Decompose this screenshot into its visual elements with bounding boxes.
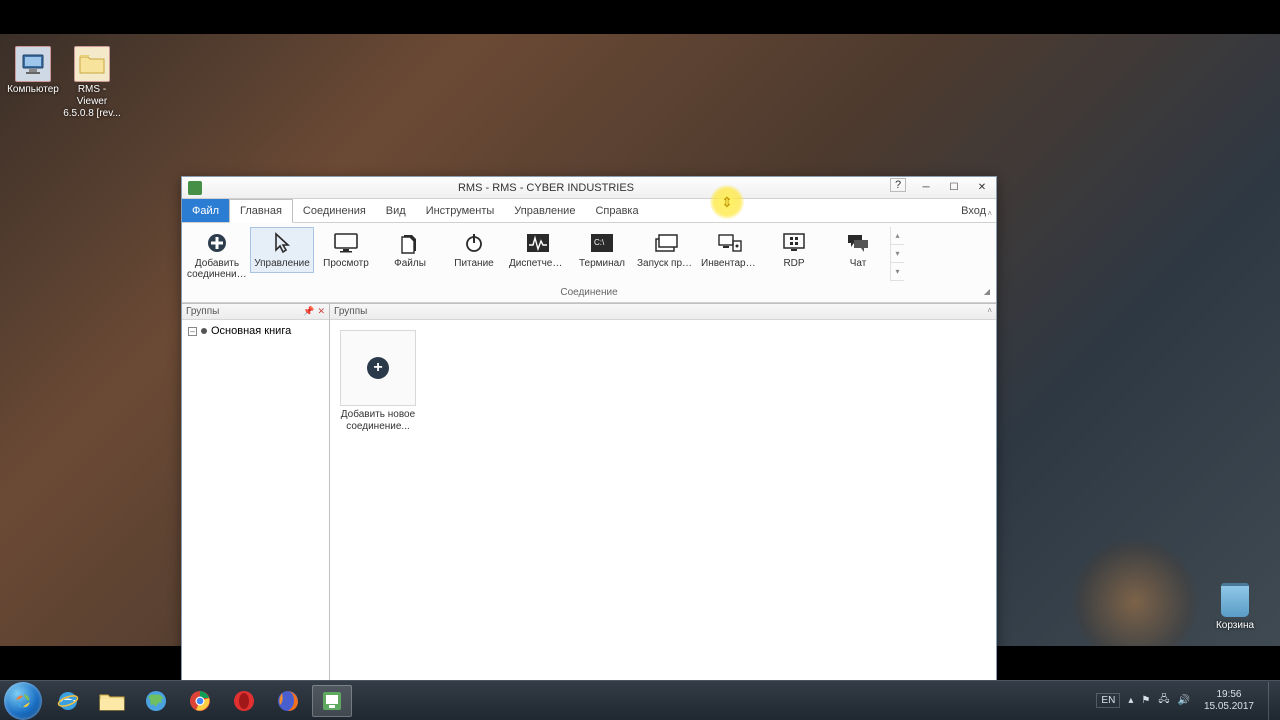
tab-view[interactable]: Вид [376,199,416,222]
wallpaper-decoration [1070,536,1200,646]
window-title: RMS - RMS - CYBER INDUSTRIES [202,182,890,194]
workarea: Группы 📌 ✕ – Основная книга Группы ˄ [182,303,996,680]
tab-connections[interactable]: Соединения [293,199,376,222]
main-header: Группы ˄ [330,304,996,320]
ribbon-group-expand[interactable]: ◢ [984,287,990,296]
tool-taskmgr[interactable]: Диспетчер ... [506,227,570,273]
monitor-icon [332,231,360,255]
taskbar-opera[interactable] [224,685,264,717]
show-desktop-button[interactable] [1268,682,1276,720]
app-icon [188,181,202,195]
run-icon [652,231,680,255]
maximize-button[interactable]: ☐ [940,178,968,198]
tray-show-hidden[interactable]: ▴ [1128,695,1133,706]
chat-icon [844,231,872,255]
tool-inventory[interactable]: Инвентариз... [698,227,762,273]
main-panel: Группы ˄ + Добавить новое соединение... [330,304,996,680]
sidebar-header: Группы 📌 ✕ [182,304,329,320]
taskbar-clock[interactable]: 19:56 15.05.2017 [1198,689,1260,713]
tool-view[interactable]: Просмотр [314,227,378,273]
taskbar-browser-globe[interactable] [136,685,176,717]
groups-tree[interactable]: – Основная книга [182,320,329,680]
close-button[interactable]: ✕ [968,178,996,198]
minimize-button[interactable]: ─ [912,178,940,198]
taskbar-firefox[interactable] [268,685,308,717]
main-collapse[interactable]: ˄ [987,306,992,315]
power-icon [460,231,488,255]
taskbar-ie[interactable] [48,685,88,717]
tab-help[interactable]: Справка [585,199,648,222]
taskbar-rms-app[interactable] [312,685,352,717]
rdp-icon [780,231,808,255]
tree-toggle-icon[interactable]: – [188,327,197,336]
tool-power[interactable]: Питание [442,227,506,273]
sidebar-close-icon[interactable]: ✕ [317,306,325,317]
files-icon [396,231,424,255]
tool-control[interactable]: Управление [250,227,314,273]
tool-terminal[interactable]: C:\ Терминал [570,227,634,273]
tray-flag-icon[interactable]: ⚑ [1141,695,1150,706]
ribbon-scroll-down[interactable]: ▾ [891,245,904,263]
recycle-bin[interactable]: Корзина [1205,583,1265,631]
taskbar-explorer[interactable] [92,685,132,717]
tray-network-icon[interactable]: 🖧 [1158,692,1169,709]
desktop-icon-rms-viewer[interactable]: RMS - Viewer 6.5.0.8 [rev... [62,46,122,120]
plus-icon: + [367,357,389,379]
add-connection-tile[interactable]: + Добавить новое соединение... [340,330,416,432]
ribbon-scroll-more[interactable]: ▾ [891,263,904,281]
cursor-icon [268,231,296,255]
folder-icon [74,46,110,82]
tool-rdp[interactable]: RDP [762,227,826,273]
tool-chat[interactable]: Чат [826,227,890,273]
tool-add-connection[interactable]: Добавить соединение... [184,227,250,284]
tray-volume-icon[interactable]: 🔊 [1177,695,1189,706]
trash-icon [1221,583,1249,617]
start-button[interactable] [4,682,42,720]
menubar: Файл Главная Соединения Вид Инструменты … [182,199,996,223]
add-connection-thumb: + [340,330,416,406]
connections-grid[interactable]: + Добавить новое соединение... [330,320,996,680]
tab-tools[interactable]: Инструменты [416,199,505,222]
tab-manage[interactable]: Управление [504,199,585,222]
help-button[interactable]: ? [890,178,906,192]
inventory-icon [716,231,744,255]
desktop-icon-computer[interactable]: Компьютер [3,46,63,96]
tree-root-item[interactable]: – Основная книга [186,324,325,338]
groups-sidebar: Группы 📌 ✕ – Основная книга [182,304,330,680]
system-tray: EN ▴ ⚑ 🖧 🔊 19:56 15.05.2017 [1092,682,1280,720]
ribbon-group-label: Соединение ◢ [184,284,994,302]
rms-viewer-window: RMS - RMS - CYBER INDUSTRIES ? ─ ☐ ✕ Фай… [181,176,997,681]
desktop[interactable]: Компьютер RMS - Viewer 6.5.0.8 [rev... К… [0,34,1280,646]
tree-node-icon [201,328,207,334]
tool-run[interactable]: Запуск про... [634,227,698,273]
ribbon-collapse[interactable]: ˄ [987,209,992,218]
taskbar: EN ▴ ⚑ 🖧 🔊 19:56 15.05.2017 [0,680,1280,720]
activity-icon [524,231,552,255]
pin-icon[interactable]: 📌 [303,306,314,317]
plus-circle-icon [203,231,231,255]
ribbon-scroll-up[interactable]: ▴ [891,227,904,245]
svg-text:C:\: C:\ [594,238,605,247]
language-indicator[interactable]: EN [1096,693,1120,708]
taskbar-chrome[interactable] [180,685,220,717]
computer-icon [15,46,51,82]
ribbon: ˄ Добавить соединение... Управление Прос… [182,223,996,303]
tab-main[interactable]: Главная [229,199,293,223]
terminal-icon: C:\ [588,231,616,255]
titlebar[interactable]: RMS - RMS - CYBER INDUSTRIES ? ─ ☐ ✕ [182,177,996,199]
ribbon-scroll: ▴ ▾ ▾ [890,227,904,281]
menu-file[interactable]: Файл [182,199,229,222]
tool-files[interactable]: Файлы [378,227,442,273]
